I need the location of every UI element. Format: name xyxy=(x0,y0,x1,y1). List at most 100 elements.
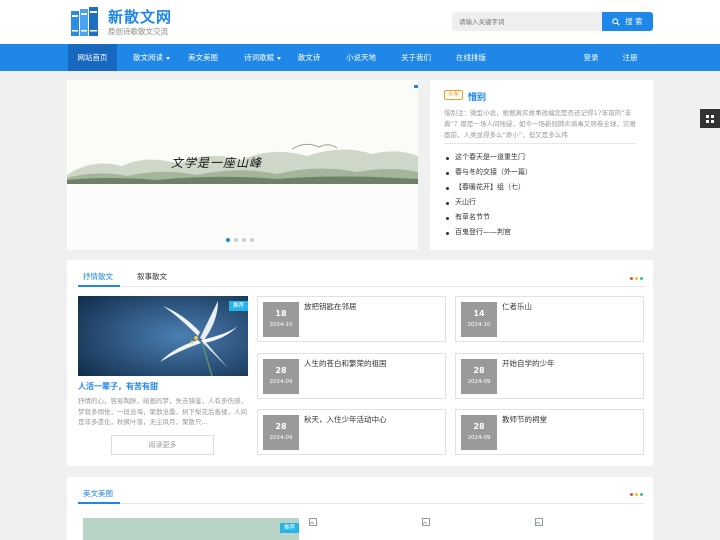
nav-item-label: 在线排版 xyxy=(456,53,486,62)
nav-item-about[interactable]: 关于我们 xyxy=(395,44,437,71)
date-day: 28 xyxy=(275,422,287,431)
search-button[interactable]: 搜 索 xyxy=(602,12,653,31)
broken-image-icon[interactable] xyxy=(422,518,430,526)
slider-dots xyxy=(226,238,254,242)
list-item[interactable]: 【春暖花开】组（七） xyxy=(444,180,640,195)
lily-image xyxy=(78,296,248,376)
nav-item-label: 网站首页 xyxy=(77,53,108,62)
date-year-month: 2024-10 xyxy=(467,322,491,328)
slider-dot[interactable] xyxy=(242,238,246,242)
lead-article-summary: 抒情的心，容易陶醉，绘画的梦，失去镜鉴，人有多伤感，梦就多惆怅，一段沧海，聚散沧… xyxy=(78,397,247,426)
site-slogan: 原创诗歌散文交流 xyxy=(108,27,168,36)
divider xyxy=(444,143,636,144)
tab-lyrical-prose[interactable]: 抒情散文 xyxy=(83,271,113,282)
tab-indicator xyxy=(78,502,120,504)
date-badge: 28 2024-09 xyxy=(461,415,497,450)
gallery-image[interactable]: 推荐 xyxy=(83,518,299,540)
date-day: 28 xyxy=(473,422,485,431)
list-item[interactable]: 有草名节节 xyxy=(444,210,640,225)
date-badge: 28 2024-09 xyxy=(461,359,497,394)
slider-dot[interactable] xyxy=(250,238,254,242)
search-button-label: 搜 索 xyxy=(625,17,643,26)
banner-caption: 文学是一座山峰 xyxy=(171,156,263,170)
banner-slider[interactable]: 文学是一座山峰 xyxy=(67,80,418,250)
tab-narrative-prose[interactable]: 叙事散文 xyxy=(137,271,167,282)
more-dots[interactable] xyxy=(630,277,643,280)
date-badge: 18 2024-10 xyxy=(263,302,299,337)
date-day: 18 xyxy=(275,309,287,318)
nav-item-gallery[interactable]: 美文美图 xyxy=(182,44,224,71)
nav-item-fiction[interactable]: 小说天地 xyxy=(340,44,382,71)
article-title[interactable]: 人生的苍白和繁荣的祖国 xyxy=(304,358,387,369)
dot-icon xyxy=(635,493,638,496)
slider-dot[interactable] xyxy=(234,238,238,242)
recommend-tag: 推荐 xyxy=(229,301,248,311)
article-title[interactable]: 教师节的祠堂 xyxy=(502,414,547,425)
date-badge: 28 2024-09 xyxy=(263,415,299,450)
article-card[interactable]: 28 2024-09 秋天，入住少年活动中心 xyxy=(257,409,446,455)
lead-article-image[interactable]: 推荐 xyxy=(78,296,248,376)
recommend-tag: 推荐 xyxy=(280,523,299,533)
nav-item-label: 美文美图 xyxy=(188,53,218,62)
date-day: 28 xyxy=(275,366,287,375)
chevron-down-icon xyxy=(166,56,170,60)
side-tool-button[interactable] xyxy=(700,109,720,128)
grid-icon xyxy=(706,114,714,123)
headline-list: 这个春天是一道重生门 春与冬的交接（外一篇） 【春暖花开】组（七） 天山行 有草… xyxy=(444,150,640,240)
nav-item-label: 小说天地 xyxy=(346,53,376,62)
read-more-button[interactable]: 阅读更多 xyxy=(111,435,214,455)
nav-item-home[interactable]: 网站首页 xyxy=(68,44,117,71)
nav-item-label: 散文诗 xyxy=(297,53,321,62)
date-badge: 14 2024-10 xyxy=(461,302,497,337)
date-year-month: 2024-09 xyxy=(269,379,293,385)
article-card[interactable]: 28 2024-09 开始自学的少年 xyxy=(455,353,644,399)
search-icon xyxy=(612,17,620,26)
date-year-month: 2024-09 xyxy=(467,435,491,441)
lead-article-title[interactable]: 人活一辈子，有苦有甜 xyxy=(78,381,158,392)
nav-item-label: 诗词歌赋 xyxy=(244,53,274,62)
broken-image-icon[interactable] xyxy=(535,518,543,526)
divider xyxy=(78,286,644,287)
list-item[interactable]: 这个春天是一道重生门 xyxy=(444,150,640,165)
article-card[interactable]: 18 2024-10 放把钥匙在邻居 xyxy=(257,296,446,342)
login-link[interactable]: 登录 xyxy=(577,44,605,71)
article-title[interactable]: 秋天，入住少年活动中心 xyxy=(304,414,387,425)
date-year-month: 2024-10 xyxy=(269,322,293,328)
article-card[interactable]: 28 2024-09 教师节的祠堂 xyxy=(455,409,644,455)
list-item[interactable]: 百鬼登行——判官 xyxy=(444,225,640,240)
article-card[interactable]: 14 2024-10 仁者乐山 xyxy=(455,296,644,342)
slider-dot[interactable] xyxy=(226,238,230,242)
nav-item-poetry[interactable]: 诗词歌赋 xyxy=(236,44,289,71)
headline-title[interactable]: 惜别 xyxy=(468,90,486,103)
divider xyxy=(78,503,644,504)
dot-icon xyxy=(640,493,643,496)
dot-icon xyxy=(630,277,633,280)
article-card[interactable]: 28 2024-09 人生的苍白和繁荣的祖国 xyxy=(257,353,446,399)
main-nav: 网站首页 散文阅读 美文美图 诗词歌赋 散文诗 小说天地 关于我们 在线排版 登… xyxy=(0,44,720,71)
nav-item-prose[interactable]: 散文阅读 xyxy=(125,44,178,71)
dot-icon xyxy=(640,277,643,280)
search-input[interactable] xyxy=(452,12,603,31)
books-icon[interactable] xyxy=(70,6,100,38)
nav-item-typeset[interactable]: 在线排版 xyxy=(450,44,492,71)
header: 新散文网 原创诗歌散文交流 搜 索 xyxy=(0,0,720,44)
list-item[interactable]: 天山行 xyxy=(444,195,640,210)
article-title[interactable]: 放把钥匙在邻居 xyxy=(304,301,357,312)
date-day: 28 xyxy=(473,366,485,375)
headline-summary: 惜别注：微型小说，根据真实故事改编您是否还记得17年前的“非典”？那是一场人间残… xyxy=(444,109,636,139)
headline-badge: 头条 xyxy=(444,90,463,100)
list-item[interactable]: 春与冬的交接（外一篇） xyxy=(444,165,640,180)
broken-image-icon[interactable] xyxy=(309,518,317,526)
date-day: 14 xyxy=(473,309,485,318)
article-title[interactable]: 仁者乐山 xyxy=(502,301,532,312)
site-title[interactable]: 新散文网 xyxy=(108,6,172,27)
nav-item-prose-poem[interactable]: 散文诗 xyxy=(293,44,325,71)
more-dots[interactable] xyxy=(630,493,643,496)
dot-icon xyxy=(635,277,638,280)
date-badge: 28 2024-09 xyxy=(263,359,299,394)
register-link[interactable]: 注册 xyxy=(616,44,644,71)
tab-gallery[interactable]: 美文美图 xyxy=(83,488,113,499)
date-year-month: 2024-09 xyxy=(269,435,293,441)
chevron-down-icon xyxy=(277,56,281,60)
article-title[interactable]: 开始自学的少年 xyxy=(502,358,555,369)
